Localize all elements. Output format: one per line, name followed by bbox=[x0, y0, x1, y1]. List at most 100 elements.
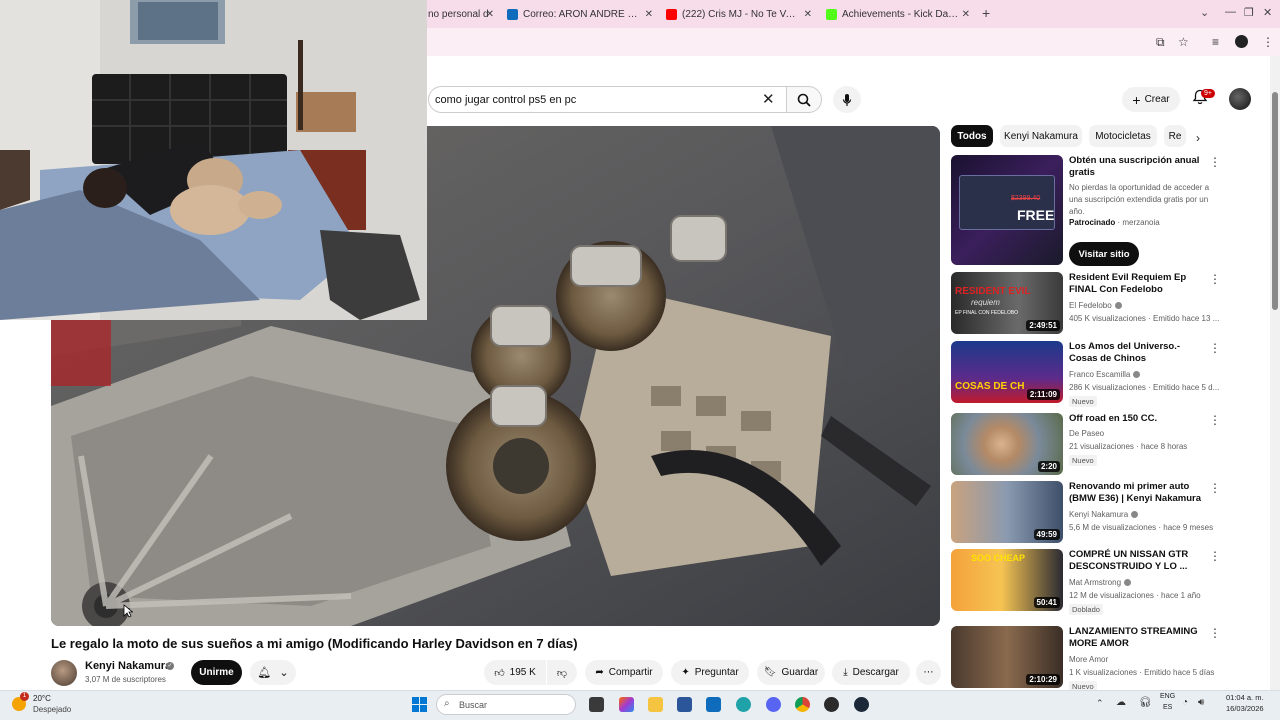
recommendation-item[interactable]: 49:59 Renovando mi primer auto (BMW E36)… bbox=[951, 481, 1221, 543]
channel-avatar[interactable] bbox=[51, 660, 77, 686]
clock-time[interactable]: 01:04 a. m. bbox=[1226, 693, 1264, 702]
taskbar-search[interactable]: ⌕ Buscar bbox=[436, 694, 576, 715]
browser-tab[interactable]: Achievements - Kick Dashboard ✕ bbox=[826, 4, 970, 24]
browser-tab[interactable]: (222) Cris MJ - No Te Vayas (Vi ✕ bbox=[666, 4, 812, 24]
rec-channel-name: Kenyi Nakamura bbox=[1069, 510, 1129, 519]
recommendation-item[interactable]: 2:10:29 LANZAMIENTO STREAMING MORE AMOR … bbox=[951, 626, 1221, 692]
rec-title[interactable]: LANZAMIENTO STREAMING MORE AMOR bbox=[1069, 626, 1209, 650]
edge-icon[interactable] bbox=[736, 697, 751, 712]
join-button[interactable]: Unirme bbox=[191, 660, 242, 685]
outlook-icon[interactable] bbox=[706, 697, 721, 712]
more-vert-icon[interactable]: ⋮ bbox=[1209, 481, 1221, 495]
copilot-icon[interactable] bbox=[619, 697, 634, 712]
rec-channel[interactable]: De Paseo bbox=[1069, 429, 1104, 438]
ad-thumbnail[interactable]: $2399.40 FREE bbox=[951, 155, 1063, 265]
rec-thumbnail[interactable]: RESIDENT EVIL requiem EP FINAL CON FEDEL… bbox=[951, 272, 1063, 334]
rec-title[interactable]: Off road en 150 CC. bbox=[1069, 413, 1209, 425]
rec-channel[interactable]: El Fedelobo bbox=[1069, 301, 1122, 310]
volume-icon[interactable]: 🔊︎ bbox=[1198, 697, 1204, 708]
chrome-icon[interactable] bbox=[795, 697, 810, 712]
close-window-icon[interactable]: ✕ bbox=[1263, 6, 1272, 19]
clear-search-icon[interactable]: ✕ bbox=[762, 90, 775, 108]
sponsored-ad[interactable]: $2399.40 FREE Obtén una suscripción anua… bbox=[951, 155, 1221, 266]
search-button[interactable] bbox=[786, 86, 822, 113]
headset-icon[interactable]: 🎧︎ bbox=[1139, 697, 1152, 708]
maximize-icon[interactable]: ❐ bbox=[1244, 6, 1254, 19]
rec-thumbnail[interactable]: SOO CHEAP 50:41 bbox=[951, 549, 1063, 611]
rec-title[interactable]: Los Amos del Universo.- Cosas de Chinos bbox=[1069, 341, 1209, 365]
share-button[interactable]: ➦ Compartir bbox=[585, 660, 663, 685]
chip-todos[interactable]: Todos bbox=[951, 125, 993, 147]
language-indicator[interactable]: ENG bbox=[1160, 693, 1175, 700]
ask-button[interactable]: ✦ Preguntar bbox=[671, 660, 749, 685]
browser-tab[interactable]: no personal d ✕ bbox=[428, 4, 494, 24]
close-icon[interactable]: ✕ bbox=[486, 9, 494, 20]
rec-channel[interactable]: Kenyi Nakamura bbox=[1069, 510, 1139, 519]
more-vert-icon[interactable]: ⋮ bbox=[1209, 155, 1221, 169]
more-vert-icon[interactable]: ⋮ bbox=[1209, 272, 1221, 286]
profile-icon[interactable] bbox=[1235, 35, 1248, 48]
more-vert-icon[interactable]: ⋮ bbox=[1209, 341, 1221, 355]
recommendation-item[interactable]: RESIDENT EVIL requiem EP FINAL CON FEDEL… bbox=[951, 272, 1221, 334]
rec-thumbnail[interactable]: COSAS DE CH 2:11:09 bbox=[951, 341, 1063, 403]
wifi-icon[interactable]: ◔ bbox=[1182, 697, 1188, 708]
dislike-button[interactable]: 👎︎ bbox=[547, 660, 577, 685]
more-vert-icon[interactable]: ⋮ bbox=[1209, 549, 1221, 563]
minimize-icon[interactable]: — bbox=[1225, 6, 1236, 18]
create-button[interactable]: + Crear bbox=[1122, 87, 1180, 112]
tray-chevron-icon[interactable]: ⌃ bbox=[1096, 698, 1104, 709]
rec-thumbnail[interactable]: 49:59 bbox=[951, 481, 1063, 543]
channel-name[interactable]: Kenyi Nakamura bbox=[85, 660, 171, 672]
steam-icon[interactable] bbox=[854, 697, 869, 712]
weather-temp[interactable]: 20°C bbox=[33, 694, 51, 703]
save-button[interactable]: 🔖︎ Guardar bbox=[757, 660, 825, 685]
rec-title[interactable]: Renovando mi primer auto (BMW E36) | Ken… bbox=[1069, 481, 1209, 505]
file-explorer-icon[interactable] bbox=[648, 697, 663, 712]
download-button[interactable]: ⤓ Descargar bbox=[832, 660, 910, 685]
rec-channel[interactable]: Mat Armstrong bbox=[1069, 578, 1132, 587]
recommendation-item[interactable]: COSAS DE CH 2:11:09 Los Amos del Univers… bbox=[951, 341, 1221, 407]
microsoft-store-icon[interactable] bbox=[677, 697, 692, 712]
rec-title[interactable]: Obtén una suscripción anual gratis bbox=[1069, 155, 1209, 179]
search-input[interactable]: como jugar control ps5 en pc bbox=[428, 86, 786, 113]
cloud-icon[interactable]: ☁ bbox=[1116, 697, 1126, 708]
chevron-right-icon[interactable]: › bbox=[1196, 131, 1200, 145]
rec-thumbnail[interactable]: 2:10:29 bbox=[951, 626, 1063, 688]
task-view-icon[interactable] bbox=[589, 697, 604, 712]
more-vert-icon[interactable]: ⋮ bbox=[1209, 413, 1221, 427]
close-icon[interactable]: ✕ bbox=[962, 9, 970, 20]
obs-icon[interactable] bbox=[824, 697, 839, 712]
close-icon[interactable]: ✕ bbox=[645, 9, 653, 20]
rec-thumbnail[interactable]: 2:20 bbox=[951, 413, 1063, 475]
rec-channel[interactable]: Franco Escamilla bbox=[1069, 370, 1141, 379]
recommendation-item[interactable]: 2:20 Off road en 150 CC. De Paseo 21 vis… bbox=[951, 413, 1221, 475]
chip-motocicletas[interactable]: Motocicletas bbox=[1089, 125, 1157, 147]
close-icon[interactable]: ✕ bbox=[804, 9, 812, 20]
windows-start-button[interactable] bbox=[412, 697, 427, 712]
duration-badge: 2:20 bbox=[1037, 461, 1060, 472]
recommendation-item[interactable]: SOO CHEAP 50:41 COMPRÉ UN NISSAN GTR DES… bbox=[951, 549, 1221, 615]
rec-channel[interactable]: More Amor bbox=[1069, 655, 1108, 664]
media-control-icon[interactable]: ≡ bbox=[1212, 35, 1219, 49]
cast-icon[interactable]: ⧉ bbox=[1156, 35, 1165, 50]
rec-meta: 405 K visualizaciones · Emitido hace 13 … bbox=[1069, 314, 1219, 323]
more-actions-button[interactable]: ⋯ bbox=[916, 660, 941, 685]
new-tab-button[interactable]: + bbox=[982, 5, 990, 21]
subscription-bell-button[interactable]: 🔔︎ ⌄ bbox=[250, 660, 296, 685]
more-vert-icon[interactable]: ⋮ bbox=[1209, 626, 1221, 640]
rec-title[interactable]: COMPRÉ UN NISSAN GTR DESCONSTRUIDO Y LO … bbox=[1069, 549, 1209, 573]
like-button[interactable]: 👍︎ 195 K bbox=[484, 660, 546, 685]
chip-re[interactable]: Re bbox=[1164, 125, 1186, 147]
menu-icon[interactable]: ⋮ bbox=[1262, 35, 1274, 49]
chip-kenyi-nakamura[interactable]: Kenyi Nakamura bbox=[1000, 125, 1082, 147]
sparkle-icon: ✦ bbox=[681, 667, 690, 678]
tab-search-icon[interactable]: ⌄ bbox=[1200, 6, 1209, 19]
bookmark-star-icon[interactable]: ☆ bbox=[1178, 35, 1189, 49]
visit-site-button[interactable]: Visitar sitio bbox=[1069, 242, 1139, 266]
rec-title[interactable]: Resident Evil Requiem Ep FINAL Con Fedel… bbox=[1069, 272, 1209, 296]
discord-icon[interactable] bbox=[766, 697, 781, 712]
account-avatar[interactable] bbox=[1229, 88, 1251, 110]
scrollbar-thumb[interactable] bbox=[1272, 92, 1278, 310]
voice-search-button[interactable] bbox=[833, 86, 861, 113]
browser-tab[interactable]: Correo: ARON ANDRE RODRIG ✕ bbox=[507, 4, 653, 24]
